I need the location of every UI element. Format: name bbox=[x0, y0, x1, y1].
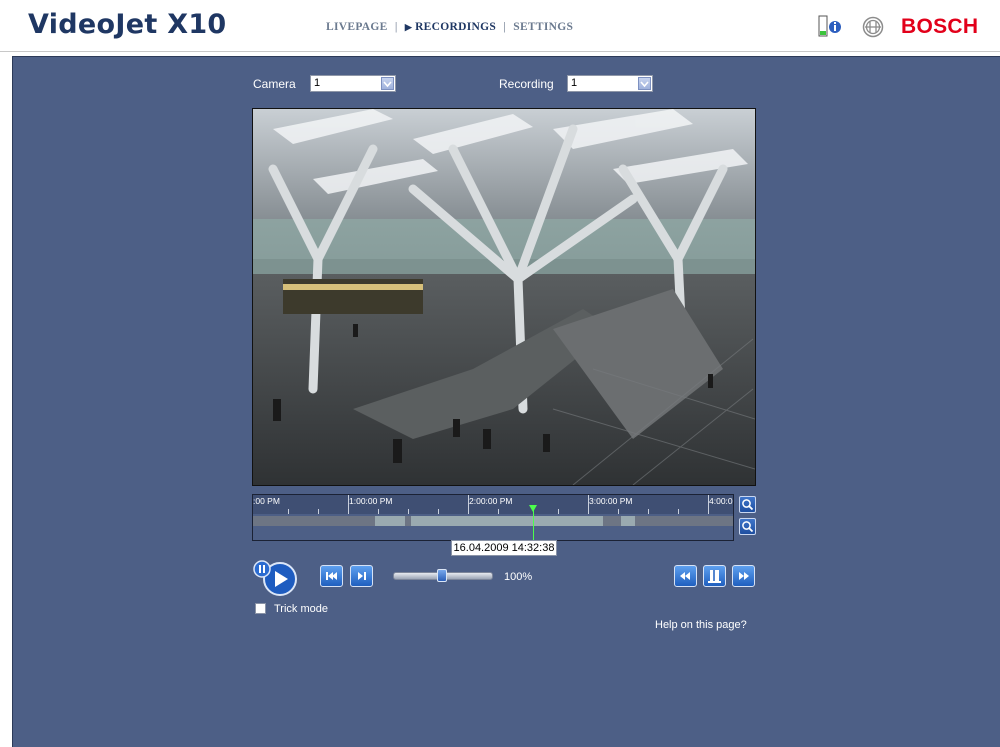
recording-label: Recording bbox=[499, 77, 554, 91]
trick-mode-label: Trick mode bbox=[274, 603, 328, 615]
timeline[interactable]: :00 PM 1:00:00 PM 2:00:00 PM 3:00:00 PM … bbox=[252, 494, 734, 541]
export-icon bbox=[708, 570, 721, 583]
slider-thumb[interactable] bbox=[437, 569, 447, 582]
step-forward-icon bbox=[358, 572, 366, 580]
tick-label: 2:00:00 PM bbox=[469, 496, 513, 506]
top-nav: LIVEPAGE | ▶ RECORDINGS | SETTINGS bbox=[326, 21, 573, 33]
speed-value: 100% bbox=[504, 571, 533, 583]
zoom-in-button[interactable] bbox=[739, 496, 756, 513]
rewind-icon bbox=[680, 572, 690, 580]
chevron-down-icon bbox=[381, 77, 394, 90]
tick-label: 3:00:00 PM bbox=[589, 496, 633, 506]
jump-to-start-icon bbox=[326, 572, 337, 580]
video-frame-image bbox=[253, 109, 755, 485]
playhead-line bbox=[533, 506, 534, 540]
nav-recordings[interactable]: ▶ RECORDINGS bbox=[405, 21, 496, 33]
recorded-segment bbox=[375, 516, 405, 526]
export-button[interactable] bbox=[703, 565, 726, 587]
brand-logo: BOSCH bbox=[901, 15, 979, 38]
fast-forward-icon bbox=[739, 572, 749, 580]
play-pause-button[interactable] bbox=[252, 559, 298, 597]
recordings-panel: Camera 1 Recording 1:00 PM 1:00:00 PM 2… bbox=[12, 56, 1000, 747]
bosch-emblem-icon bbox=[862, 16, 884, 38]
recorded-segment bbox=[411, 516, 603, 526]
header: VideoJet X10 LIVEPAGE | ▶ RECORDINGS | SE… bbox=[0, 0, 1000, 52]
trick-mode-checkbox[interactable] bbox=[255, 603, 266, 614]
zoom-out-button[interactable] bbox=[739, 518, 756, 535]
playback-datetime: 16.04.2009 14:32:38 bbox=[451, 540, 557, 556]
nav-livepage[interactable]: LIVEPAGE bbox=[326, 21, 388, 33]
fast-forward-button[interactable] bbox=[732, 565, 755, 587]
camera-select[interactable]: 1 bbox=[310, 75, 396, 92]
zoom-out-icon bbox=[742, 521, 754, 533]
recording-select[interactable]: 1 bbox=[567, 75, 653, 92]
status-info-icon[interactable] bbox=[818, 15, 844, 39]
rewind-button[interactable] bbox=[674, 565, 697, 587]
recorded-segment bbox=[621, 516, 635, 526]
timeline-ruler: :00 PM 1:00:00 PM 2:00:00 PM 3:00:00 PM … bbox=[253, 495, 733, 514]
help-link[interactable]: Help on this page? bbox=[655, 619, 747, 631]
nav-settings[interactable]: SETTINGS bbox=[513, 21, 573, 33]
camera-label: Camera bbox=[253, 77, 296, 91]
step-forward-button[interactable] bbox=[350, 565, 373, 587]
tick-label: 1:00:00 PM bbox=[349, 496, 393, 506]
zoom-in-icon bbox=[742, 499, 754, 511]
nav-separator: | bbox=[503, 21, 507, 33]
tick-label: :00 PM bbox=[253, 496, 280, 506]
jump-to-start-button[interactable] bbox=[320, 565, 343, 587]
video-viewport[interactable] bbox=[252, 108, 756, 486]
active-arrow-icon: ▶ bbox=[404, 22, 413, 32]
tick-label: 4:00:0 bbox=[709, 496, 733, 506]
chevron-down-icon bbox=[638, 77, 651, 90]
recording-track[interactable] bbox=[253, 516, 733, 526]
nav-separator: | bbox=[394, 21, 398, 33]
product-title: VideoJet X10 bbox=[28, 9, 227, 40]
